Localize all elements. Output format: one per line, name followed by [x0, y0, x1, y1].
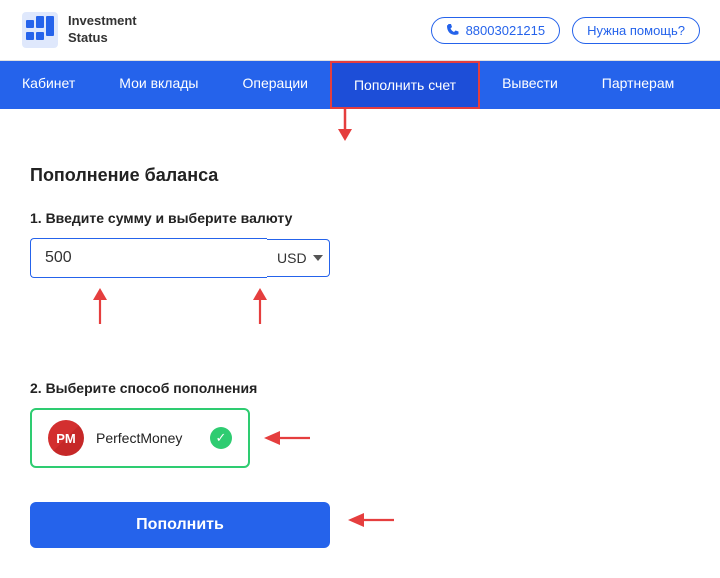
logo-icon: [20, 10, 60, 50]
nav-item-operations[interactable]: Операции: [220, 61, 330, 109]
currency-arrow-annotation: [250, 286, 270, 324]
step2-label: 2. Выберите способ пополнения: [30, 380, 690, 396]
page-title: Пополнение баланса: [30, 165, 690, 186]
payment-arrow-annotation: [260, 427, 310, 449]
header-right: 88003021215 Нужна помощь?: [431, 17, 700, 44]
pm-name: PerfectMoney: [96, 430, 182, 446]
logo-text: Investment Status: [68, 13, 137, 47]
amount-arrow-annotation: [90, 286, 110, 324]
logo-area: Investment Status: [20, 10, 137, 50]
amount-row: USD EUR RUB: [30, 238, 330, 278]
amount-section: USD EUR RUB: [30, 238, 690, 326]
currency-select[interactable]: USD EUR RUB: [267, 239, 330, 277]
nav-item-withdraw[interactable]: Вывести: [480, 61, 580, 109]
nav-item-cabinet[interactable]: Кабинет: [0, 61, 97, 109]
nav-item-deposits[interactable]: Мои вклады: [97, 61, 220, 109]
main-content: Пополнение баланса 1. Введите сумму и вы…: [0, 141, 720, 578]
help-button[interactable]: Нужна помощь?: [572, 17, 700, 44]
pm-check-icon: ✓: [210, 427, 232, 449]
nav-item-partners[interactable]: Партнерам: [580, 61, 696, 109]
pm-logo: PM: [48, 420, 84, 456]
navigation: Кабинет Мои вклады Операции Пополнить сч…: [0, 61, 720, 109]
header: Investment Status 88003021215 Нужна помо…: [0, 0, 720, 61]
amount-input[interactable]: [30, 238, 267, 278]
submit-button[interactable]: Пополнить: [30, 502, 330, 548]
phone-button[interactable]: 88003021215: [431, 17, 561, 44]
nav-arrow-annotation: [336, 109, 354, 141]
payment-method-card[interactable]: PM PerfectMoney ✓: [30, 408, 250, 468]
step1-label: 1. Введите сумму и выберите валюту: [30, 210, 690, 226]
phone-icon: [446, 23, 460, 37]
payment-section: 2. Выберите способ пополнения PM Perfect…: [30, 380, 690, 468]
nav-item-topup[interactable]: Пополнить счет: [330, 61, 480, 109]
submit-arrow-annotation: [344, 509, 394, 531]
